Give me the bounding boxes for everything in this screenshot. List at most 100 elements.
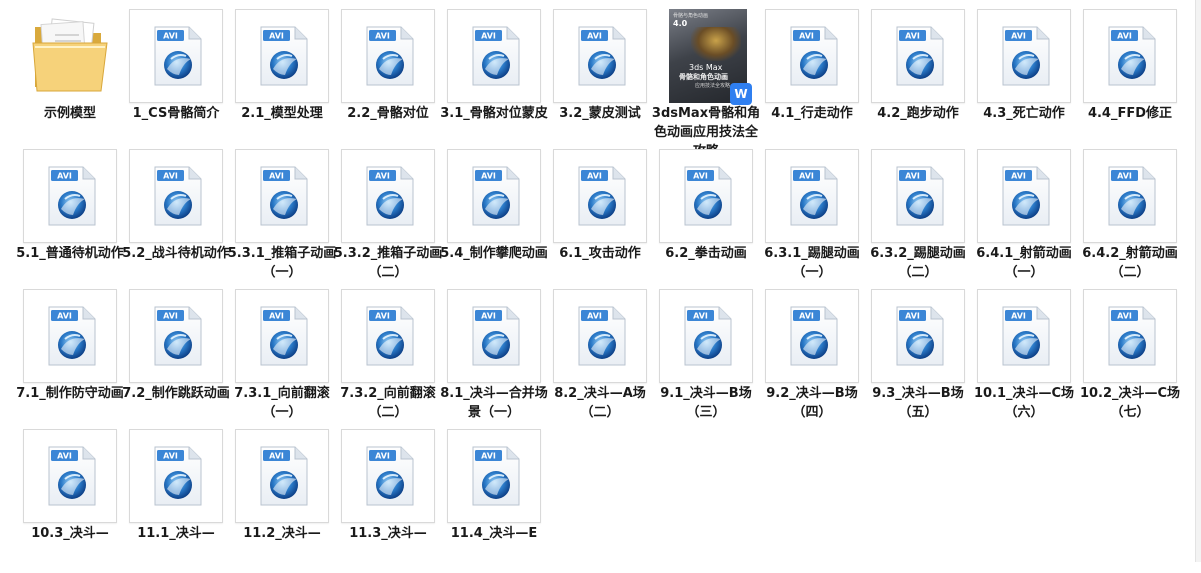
file-item[interactable]: AVI 10.2_决斗—C场（七）	[1060, 280, 1180, 440]
file-thumbnail: AVI	[23, 429, 117, 523]
avi-icon: AVI	[896, 26, 944, 86]
file-thumbnail: AVI	[129, 289, 223, 383]
cover-title-line: 应用技法全攻略	[695, 83, 731, 89]
file-thumbnail: AVI	[235, 429, 329, 523]
file-item[interactable]: AVI 5.4_制作攀爬动画	[424, 140, 548, 300]
svg-text:AVI: AVI	[1011, 172, 1026, 181]
file-item[interactable]: AVI 5.3.2_推箱子动画（二）	[318, 140, 442, 300]
file-item[interactable]: AVI 7.3.2_向前翻滚（二）	[318, 280, 436, 440]
file-thumbnail: AVI	[871, 149, 965, 243]
avi-icon: AVI	[684, 166, 732, 226]
file-item[interactable]: AVI 11.3_决斗—	[318, 420, 435, 573]
file-thumbnail: AVI	[1083, 149, 1177, 243]
file-item[interactable]: AVI 5.3.1_推箱子动画（一）	[212, 140, 336, 300]
svg-text:AVI: AVI	[1117, 172, 1132, 181]
file-item[interactable]: 骨骼与角色动画 4.0 3ds Max 骨骼和角色动画 应用技法全攻略 W 3dsMax骨骼…	[636, 0, 760, 160]
avi-icon: AVI	[154, 446, 202, 506]
file-item[interactable]: AVI 6.1_攻击动作	[530, 140, 647, 300]
file-item[interactable]: AVI 6.2_拳击动画	[636, 140, 753, 300]
file-item[interactable]: AVI 11.1_决斗—	[106, 420, 223, 573]
avi-icon: AVI	[1108, 306, 1156, 366]
svg-text:AVI: AVI	[269, 32, 284, 41]
file-item[interactable]: AVI 4.3_死亡动作	[954, 0, 1071, 160]
file-thumbnail: AVI	[341, 9, 435, 103]
svg-text:AVI: AVI	[587, 32, 602, 41]
file-item[interactable]: AVI 1_CS骨骼简介	[106, 0, 223, 160]
file-item[interactable]: AVI 7.3.1_向前翻滚（一）	[212, 280, 330, 440]
folder-item[interactable]: 示例模型	[0, 0, 108, 160]
cover-title-line: 骨骼和角色动画	[679, 73, 728, 81]
avi-icon: AVI	[48, 306, 96, 366]
file-thumbnail: AVI	[129, 9, 223, 103]
file-item[interactable]: AVI 9.3_决斗—B场（五）	[848, 280, 965, 440]
file-thumbnail: AVI	[977, 289, 1071, 383]
file-item[interactable]: AVI 7.1_制作防守动画	[0, 280, 124, 440]
svg-text:AVI: AVI	[481, 312, 496, 321]
svg-text:AVI: AVI	[375, 452, 390, 461]
cover-title-line: 3ds Max	[689, 63, 723, 72]
file-thumbnail: AVI	[129, 429, 223, 523]
file-thumbnail: AVI	[129, 149, 223, 243]
avi-icon: AVI	[260, 306, 308, 366]
file-name-label: 11.4_决斗—E	[450, 526, 538, 541]
cover-top-text: 骨骼与角色动画	[673, 13, 709, 19]
file-item[interactable]: AVI 6.3.2_踢腿动画（二）	[848, 140, 966, 300]
file-item[interactable]: AVI 9.2_决斗—B场（四）	[742, 280, 859, 440]
cover-figure	[691, 27, 741, 61]
file-thumbnail: AVI	[23, 289, 117, 383]
file-item[interactable]: AVI 6.4.2_射箭动画（二）	[1060, 140, 1178, 300]
file-thumbnail: AVI	[553, 149, 647, 243]
avi-icon: AVI	[1108, 166, 1156, 226]
svg-text:AVI: AVI	[1117, 32, 1132, 41]
svg-text:AVI: AVI	[57, 172, 72, 181]
file-item[interactable]: AVI 3.2_蒙皮测试	[530, 0, 647, 160]
file-item[interactable]: AVI 11.2_决斗—	[212, 420, 329, 573]
file-item[interactable]: AVI 10.3_决斗—	[0, 420, 117, 573]
svg-text:AVI: AVI	[163, 172, 178, 181]
file-item[interactable]: AVI 5.1_普通待机动作	[0, 140, 124, 300]
avi-icon: AVI	[154, 26, 202, 86]
avi-icon: AVI	[578, 166, 626, 226]
avi-icon: AVI	[790, 26, 838, 86]
file-name-label: 4.4_FFD修正	[1087, 106, 1173, 121]
file-item[interactable]: AVI 10.1_决斗—C场（六）	[954, 280, 1074, 440]
avi-icon: AVI	[578, 26, 626, 86]
file-thumbnail: AVI	[659, 149, 753, 243]
file-item[interactable]: AVI 11.4_决斗—E	[424, 420, 541, 573]
svg-text:AVI: AVI	[1011, 312, 1026, 321]
svg-text:AVI: AVI	[269, 312, 284, 321]
file-item[interactable]: AVI 2.2_骨骼对位	[318, 0, 435, 160]
file-item[interactable]: AVI 2.1_模型处理	[212, 0, 329, 160]
file-thumbnail: AVI	[447, 149, 541, 243]
file-item[interactable]: AVI 6.3.1_踢腿动画（一）	[742, 140, 860, 300]
svg-text:AVI: AVI	[481, 32, 496, 41]
file-item[interactable]: AVI 4.1_行走动作	[742, 0, 859, 160]
avi-icon: AVI	[366, 446, 414, 506]
svg-text:AVI: AVI	[799, 32, 814, 41]
file-item[interactable]: AVI 3.1_骨骼对位蒙皮	[424, 0, 548, 160]
svg-text:AVI: AVI	[799, 172, 814, 181]
file-thumbnail: AVI	[23, 149, 117, 243]
file-item[interactable]: AVI 8.1_决斗—合并场景（一）	[424, 280, 548, 440]
avi-icon: AVI	[790, 166, 838, 226]
file-item[interactable]: AVI 4.4_FFD修正	[1060, 0, 1177, 160]
file-item[interactable]: AVI 4.2_跑步动作	[848, 0, 965, 160]
file-item[interactable]: AVI 7.2_制作跳跃动画	[106, 280, 230, 440]
avi-icon: AVI	[260, 166, 308, 226]
file-thumbnail: AVI	[765, 9, 859, 103]
window-edge	[1195, 0, 1201, 573]
file-item[interactable]: AVI 8.2_决斗—A场（二）	[530, 280, 647, 440]
file-thumbnail: AVI	[235, 149, 329, 243]
file-item[interactable]: AVI 9.1_决斗—B场（三）	[636, 280, 753, 440]
avi-icon: AVI	[684, 306, 732, 366]
file-name-label: 6.4.2_射箭动画（二）	[1082, 246, 1178, 280]
file-item[interactable]: AVI 6.4.1_射箭动画（一）	[954, 140, 1072, 300]
file-thumbnail: AVI	[341, 289, 435, 383]
file-thumbnail: AVI	[341, 149, 435, 243]
svg-text:AVI: AVI	[481, 452, 496, 461]
file-thumbnail: AVI	[235, 289, 329, 383]
file-thumbnail: AVI	[765, 289, 859, 383]
file-explorer-view[interactable]: 示例模型 AVI 1_CS骨骼简介 AVI 2.1_模型处理 AVI 2.2_骨…	[0, 0, 1201, 573]
file-thumbnail: AVI	[977, 149, 1071, 243]
file-item[interactable]: AVI 5.2_战斗待机动作	[106, 140, 230, 300]
